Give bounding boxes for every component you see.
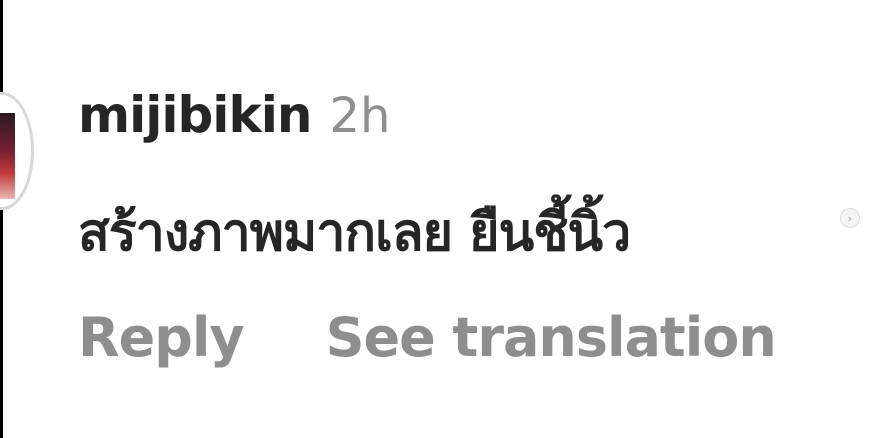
left-edge-border — [0, 0, 3, 438]
chevron-right-icon[interactable]: › — [840, 208, 860, 228]
avatar[interactable] — [0, 92, 34, 210]
comment-header: mijibikin 2h — [78, 86, 390, 156]
comment-body: สร้างภาพมากเลย ยืนชี้นิ้ว — [78, 203, 631, 263]
see-translation-button[interactable]: See translation — [326, 306, 777, 369]
avatar-image — [0, 113, 15, 199]
comment-timestamp: 2h — [329, 88, 391, 144]
username-link[interactable]: mijibikin — [78, 86, 312, 144]
reply-button[interactable]: Reply — [78, 306, 245, 369]
comment-actions: Reply See translation — [78, 306, 777, 369]
